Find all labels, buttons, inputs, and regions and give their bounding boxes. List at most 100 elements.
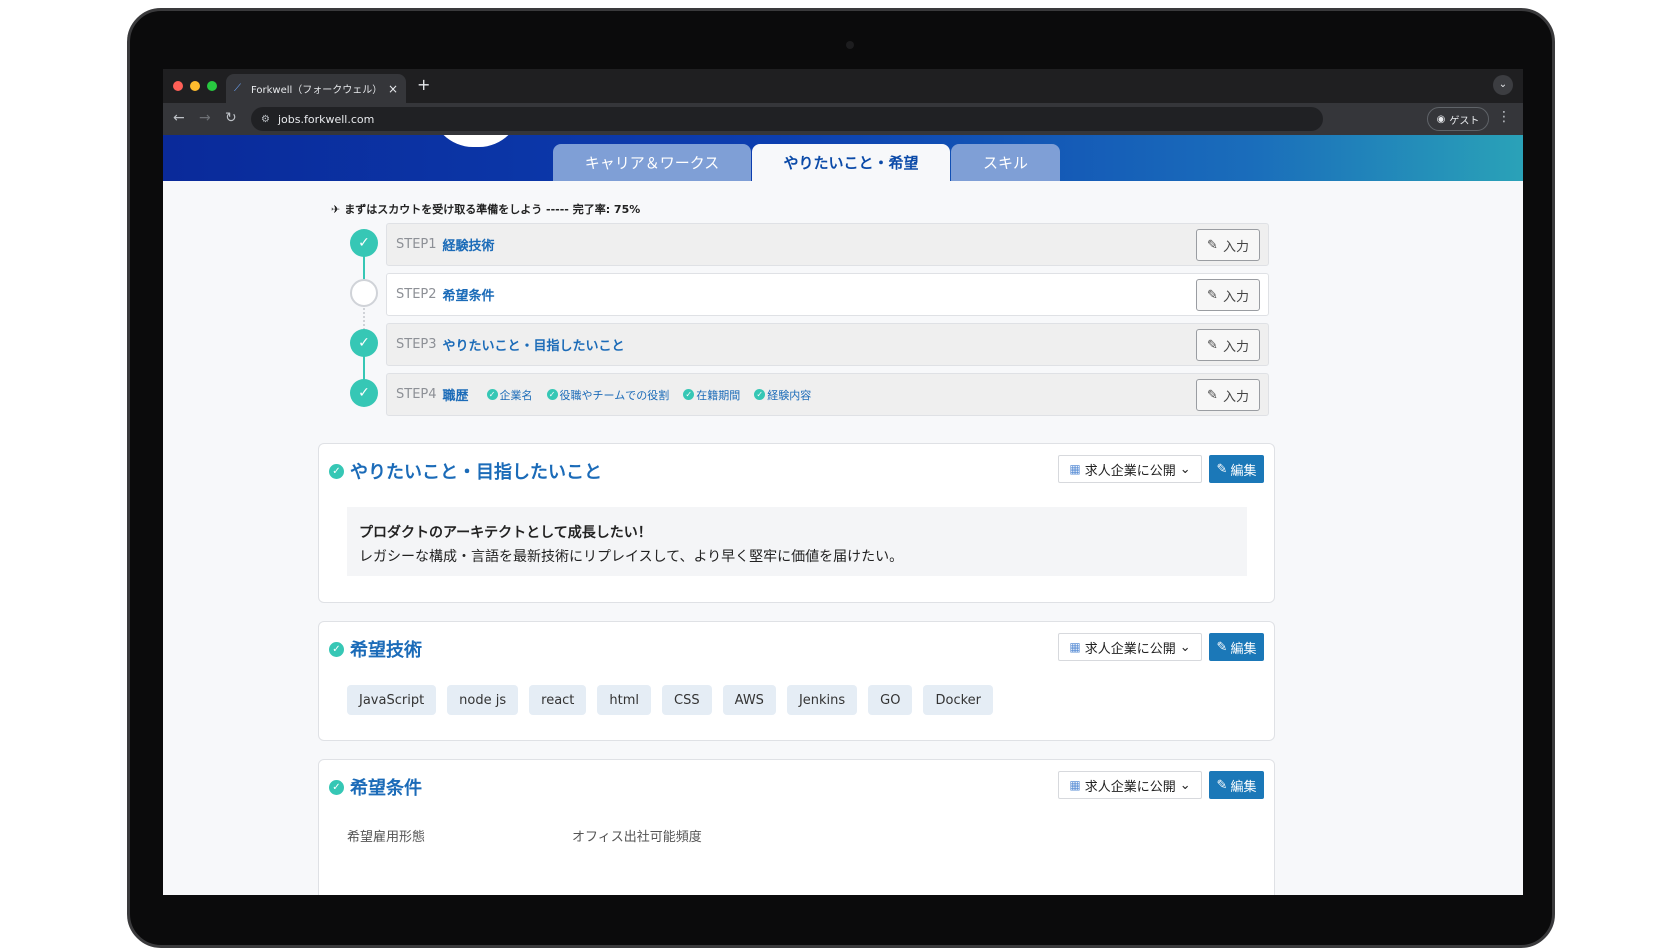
input-button-label: 入力: [1222, 339, 1249, 355]
edit-square-icon: ✎: [1207, 287, 1218, 303]
progress-title: ✈ まずはスカウトを受け取る準備をしよう ----- 完了率: 75%: [331, 201, 640, 217]
profile-label: ゲスト: [1449, 115, 1480, 127]
edit-button[interactable]: ✎ 編集: [1209, 455, 1264, 483]
check-icon: ✓: [546, 389, 558, 400]
edit-button[interactable]: ✎ 編集: [1209, 633, 1264, 661]
forward-icon[interactable]: →: [199, 110, 211, 126]
substep-item: ✓ 企業名: [486, 387, 533, 403]
substep-label: 経験内容: [767, 388, 812, 402]
check-icon: ✓: [683, 389, 695, 400]
paper-plane-icon: ✈: [331, 202, 341, 216]
laptop-frame: ⟋ Forkwell（フォークウェル）| IT × + ⌄ ← → ↻ ⚙ jo…: [127, 8, 1555, 948]
chevron-down-icon: ⌄: [1179, 777, 1191, 793]
pencil-icon: ✎: [1216, 777, 1228, 793]
substep-item: ✓ 経験内容: [754, 387, 811, 403]
profile-button[interactable]: ◉ ゲスト: [1427, 107, 1489, 131]
step-name[interactable]: 経験技術: [443, 235, 495, 254]
step-number: STEP3: [396, 337, 437, 352]
minimize-window-button[interactable]: [190, 81, 200, 91]
reload-icon[interactable]: ↻: [225, 110, 237, 126]
substep-label: 在籍期間: [696, 388, 741, 402]
pencil-icon: ✎: [1216, 461, 1228, 477]
tab-skills[interactable]: スキル: [951, 144, 1060, 181]
step-name[interactable]: 職歴: [443, 385, 469, 404]
edit-square-icon: ✎: [1207, 337, 1218, 353]
progress-title-text: まずはスカウトを受け取る準備をしよう ----- 完了率: 75%: [344, 203, 641, 216]
section-title-text: 希望条件: [350, 778, 422, 799]
tech-card: ✓ 希望技術 ▦ 求人企業に公開 ⌄ ✎ 編集 JavaScript node …: [318, 621, 1275, 741]
employment-type-label: 希望雇用形態: [347, 830, 426, 845]
browser-menu-icon[interactable]: ⋮: [1497, 109, 1511, 125]
site-info-icon[interactable]: ⚙: [261, 114, 270, 125]
section-title: ✓ 希望条件: [329, 774, 422, 800]
tech-chip: node js: [447, 685, 519, 715]
step-row: STEP1 経験技術 ✎ 入力: [386, 223, 1269, 266]
tab-wishes[interactable]: やりたいこと・希望: [752, 144, 950, 181]
substep-item: ✓ 在籍期間: [683, 387, 740, 403]
check-icon: ✓: [486, 389, 498, 400]
new-tab-button[interactable]: +: [417, 75, 430, 94]
check-icon: ✓: [754, 389, 766, 400]
office-frequency-label: オフィス出社可能頻度: [572, 830, 702, 845]
substep-list: ✓ 企業名 ✓ 役職やチームでの役割 ✓ 在籍期間 ✓ 経験内容: [486, 387, 811, 403]
chevron-down-icon: ⌄: [1179, 461, 1191, 477]
input-button-label: 入力: [1222, 239, 1249, 255]
input-button[interactable]: ✎ 入力: [1196, 279, 1260, 311]
address-bar[interactable]: ⚙ jobs.forkwell.com: [251, 107, 1323, 131]
tech-chip: JavaScript: [347, 685, 437, 715]
tech-chip: CSS: [662, 685, 712, 715]
visibility-dropdown[interactable]: ▦ 求人企業に公開 ⌄: [1058, 455, 1202, 483]
tech-chip: Docker: [923, 685, 994, 715]
edit-button[interactable]: ✎ 編集: [1209, 771, 1264, 799]
tech-chip-list: JavaScript node js react html CSS AWS Je…: [347, 685, 994, 715]
tech-chip: react: [529, 685, 587, 715]
substep-item: ✓ 役職やチームでの役割: [546, 387, 670, 403]
step-name[interactable]: やりたいこと・目指したいこと: [443, 335, 625, 354]
input-button-label: 入力: [1222, 389, 1249, 405]
browser-toolbar: ← → ↻ ⚙ jobs.forkwell.com ◉ ゲスト ⋮: [163, 103, 1523, 135]
check-icon: ✓: [350, 329, 378, 357]
maximize-window-button[interactable]: [207, 81, 217, 91]
close-window-button[interactable]: [173, 81, 183, 91]
edit-square-icon: ✎: [1207, 237, 1218, 253]
visibility-dropdown[interactable]: ▦ 求人企業に公開 ⌄: [1058, 771, 1202, 799]
step-name[interactable]: 希望条件: [443, 285, 495, 304]
url-text: jobs.forkwell.com: [277, 112, 375, 126]
close-icon[interactable]: ×: [388, 82, 398, 96]
visibility-dropdown[interactable]: ▦ 求人企業に公開 ⌄: [1058, 633, 1202, 661]
substep-label: 企業名: [499, 388, 533, 402]
tab-search-button[interactable]: ⌄: [1493, 75, 1513, 95]
tab-title: Forkwell（フォークウェル）| IT: [251, 85, 382, 96]
check-icon: ✓: [329, 641, 344, 657]
input-button[interactable]: ✎ 入力: [1196, 229, 1260, 261]
visibility-label: 求人企業に公開: [1084, 779, 1176, 795]
empty-circle-icon: [350, 279, 378, 307]
edit-label: 編集: [1230, 641, 1257, 657]
goals-card: ✓ やりたいこと・目指したいこと ▦ 求人企業に公開 ⌄ ✎ 編集 プロダクトの…: [318, 443, 1275, 603]
window-controls: [173, 81, 217, 91]
input-button-label: 入力: [1222, 289, 1249, 305]
check-icon: ✓: [350, 229, 378, 257]
step-number: STEP2: [396, 287, 437, 302]
tech-chip: GO: [868, 685, 913, 715]
tech-chip: Jenkins: [786, 685, 858, 715]
goals-body: レガシーな構成・言語を最新技術にリプレイスして、より早く堅牢に価値を届けたい。: [359, 549, 904, 565]
section-title-text: やりたいこと・目指したいこと: [350, 462, 602, 483]
input-button[interactable]: ✎ 入力: [1196, 379, 1260, 411]
substep-label: 役職やチームでの役割: [559, 388, 670, 402]
input-button[interactable]: ✎ 入力: [1196, 329, 1260, 361]
tab-career-works[interactable]: キャリア＆ワークス: [553, 144, 751, 181]
building-icon: ▦: [1069, 640, 1081, 654]
building-icon: ▦: [1069, 778, 1081, 792]
avatar: [431, 135, 521, 147]
conditions-card: ✓ 希望条件 ▦ 求人企業に公開 ⌄ ✎ 編集 希望雇用形態 オフィス出社可能頻…: [318, 759, 1275, 895]
check-icon: ✓: [329, 779, 344, 795]
goals-text-block: プロダクトのアーキテクトとして成長したい！ レガシーな構成・言語を最新技術にリプ…: [347, 507, 1247, 576]
tech-chip: AWS: [722, 685, 776, 715]
back-icon[interactable]: ←: [173, 110, 185, 126]
browser-tab-bar: ⟋ Forkwell（フォークウェル）| IT × + ⌄: [163, 69, 1523, 103]
forkwell-favicon-icon: ⟋: [234, 83, 241, 94]
browser-tab[interactable]: ⟋ Forkwell（フォークウェル）| IT ×: [226, 74, 406, 103]
screen: ⟋ Forkwell（フォークウェル）| IT × + ⌄ ← → ↻ ⚙ jo…: [163, 69, 1523, 895]
check-icon: ✓: [329, 463, 344, 479]
